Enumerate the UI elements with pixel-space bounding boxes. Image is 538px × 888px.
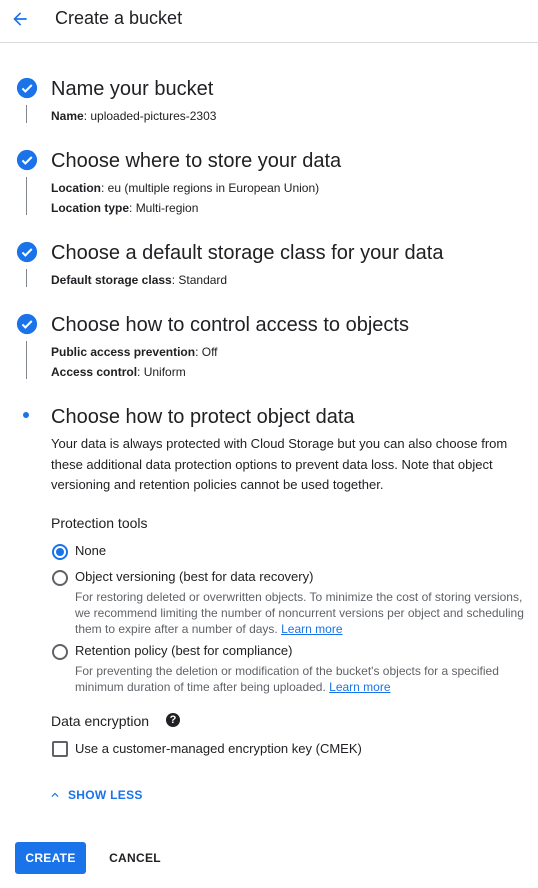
radio-object-versioning[interactable]: Object versioning (best for data recover… xyxy=(51,569,531,638)
summary-name: Name: uploaded-pictures-2303 xyxy=(51,109,217,123)
help-icon[interactable]: ? xyxy=(166,713,180,727)
data-encryption-title: Data encryption xyxy=(51,713,150,729)
back-button[interactable] xyxy=(8,7,32,31)
arrow-back-icon xyxy=(13,12,27,26)
summary-value: Uniform xyxy=(143,365,186,379)
summary-value: Multi-region xyxy=(135,201,199,215)
cancel-button[interactable]: CANCEL xyxy=(98,842,172,874)
step-connector xyxy=(26,177,27,215)
active-step-dot xyxy=(23,412,29,418)
summary-key: Name xyxy=(51,109,84,123)
summary-storage-class: Default storage class: Standard xyxy=(51,273,228,287)
radio-button[interactable] xyxy=(52,544,68,560)
cmek-checkbox[interactable] xyxy=(52,741,68,757)
radio-button[interactable] xyxy=(52,644,68,660)
cmek-checkbox-row[interactable]: Use a customer-managed encryption key (C… xyxy=(51,740,451,758)
step-connector xyxy=(26,341,27,379)
step-heading-protection: Choose how to protect object data xyxy=(51,406,355,428)
summary-key: Default storage class xyxy=(51,273,172,287)
learn-more-link[interactable]: Learn more xyxy=(281,622,342,636)
step-connector xyxy=(26,269,27,287)
check-circle-icon xyxy=(16,313,38,335)
learn-more-link[interactable]: Learn more xyxy=(329,680,390,694)
create-button[interactable]: CREATE xyxy=(15,842,86,874)
radio-button[interactable] xyxy=(52,570,68,586)
summary-value: eu (multiple regions in European Union) xyxy=(107,181,320,195)
summary-value: Standard xyxy=(178,273,228,287)
radio-label: None xyxy=(75,543,107,558)
step-heading-location: Choose where to store your data xyxy=(51,150,342,172)
summary-location-type: Location type: Multi-region xyxy=(51,201,199,215)
radio-retention-policy[interactable]: Retention policy (best for compliance) F… xyxy=(51,643,531,694)
summary-value: uploaded-pictures-2303 xyxy=(90,109,217,123)
show-less-label: SHOW LESS xyxy=(68,788,143,802)
check-circle-icon xyxy=(16,149,38,171)
step-description: Your data is always protected with Cloud… xyxy=(51,436,508,492)
summary-key: Location type xyxy=(51,201,130,215)
radio-label: Object versioning (best for data recover… xyxy=(75,569,314,584)
summary-key: Public access prevention xyxy=(51,345,196,359)
help-text: For preventing the deletion or modificat… xyxy=(75,664,499,694)
summary-access-control: Access control: Uniform xyxy=(51,365,186,379)
summary-key: Access control xyxy=(51,365,138,379)
check-circle-icon xyxy=(16,241,38,263)
top-bar: Create a bucket xyxy=(0,0,538,43)
summary-key: Location xyxy=(51,181,101,195)
step-heading-storage-class: Choose a default storage class for your … xyxy=(51,242,444,264)
page-title: Create a bucket xyxy=(55,8,183,28)
protection-tools-title: Protection tools xyxy=(51,515,148,531)
radio-help-text: For preventing the deletion or modificat… xyxy=(75,663,535,695)
radio-none[interactable]: None xyxy=(51,543,531,562)
summary-public-access: Public access prevention: Off xyxy=(51,345,218,359)
summary-location: Location: eu (multiple regions in Europe… xyxy=(51,181,320,195)
summary-value: Off xyxy=(201,345,218,359)
step-heading-access: Choose how to control access to objects xyxy=(51,314,409,336)
cmek-label: Use a customer-managed encryption key (C… xyxy=(75,741,362,756)
chevron-up-icon xyxy=(51,792,59,797)
show-less-button[interactable]: SHOW LESS xyxy=(48,786,143,804)
step-heading-name: Name your bucket xyxy=(51,78,214,100)
step-connector xyxy=(26,105,27,123)
check-circle-icon xyxy=(16,77,38,99)
radio-label: Retention policy (best for compliance) xyxy=(75,643,293,658)
radio-help-text: For restoring deleted or overwritten obj… xyxy=(75,589,535,637)
